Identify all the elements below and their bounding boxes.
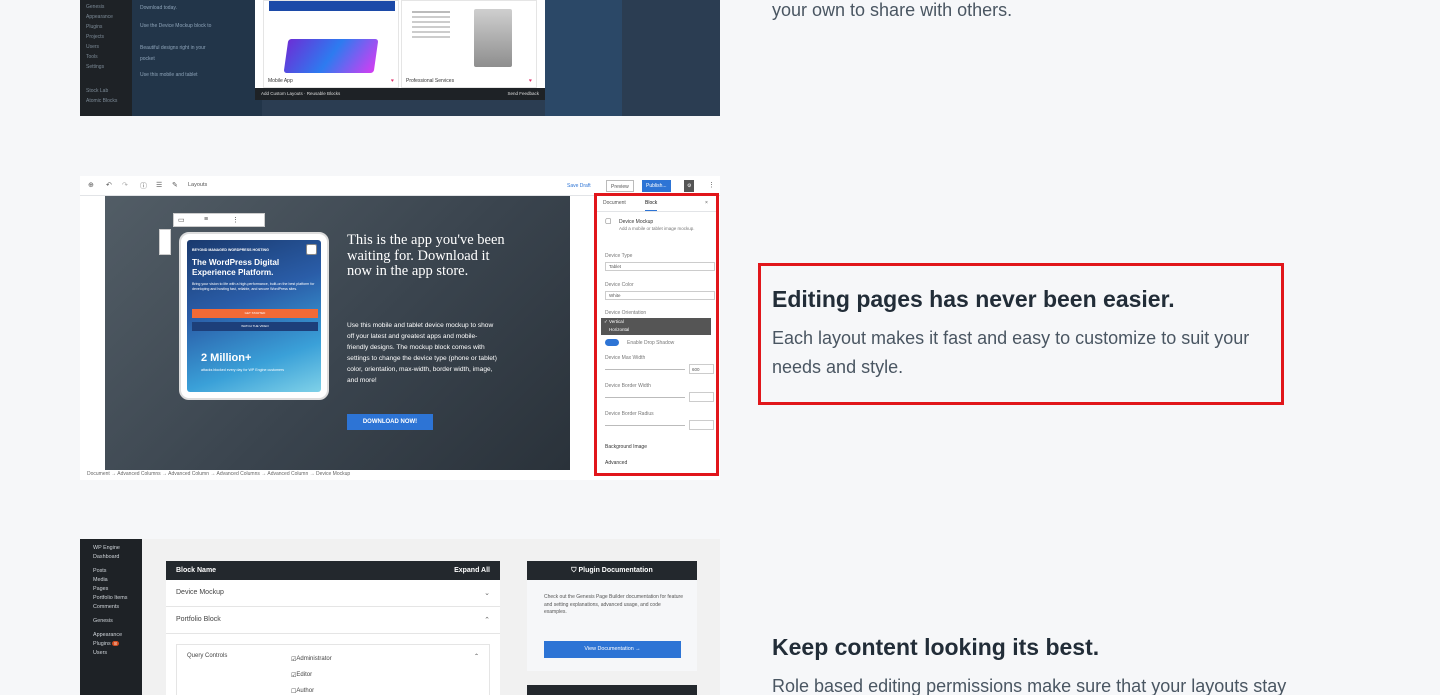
table-row[interactable]: Portfolio Block ⌃ (166, 607, 500, 634)
layout-modal-footer: Add Custom Layouts · Reusable Blocks Sen… (255, 88, 545, 100)
layout-modal: Mobile App ♥ Professional Services ♥ (255, 0, 545, 100)
person-photo (474, 9, 512, 67)
preview-button[interactable]: Preview (606, 180, 634, 192)
highlight-box (594, 193, 719, 476)
heart-icon[interactable]: ♥ (391, 78, 394, 84)
more-menu-icon[interactable]: ⋮ (708, 181, 715, 189)
editing-body: Each layout makes it fast and easy to cu… (772, 328, 1250, 377)
phone-mockup-image (283, 39, 379, 73)
shield-icon: ⛉ (571, 567, 577, 574)
save-draft-button[interactable]: Save Draft (563, 180, 595, 192)
expand-all-button[interactable]: Expand All (454, 567, 490, 574)
query-controls-panel: Query Controls ☑ Administrator ☑ Editor … (176, 644, 490, 695)
chevron-up-icon[interactable]: ⌃ (484, 616, 490, 624)
content-body: Role based editing permissions make sure… (772, 676, 1287, 695)
editor-canvas: ▭ ≡ ⋮ BEYOND MANAGED WORDPRESS HOSTING T… (105, 196, 570, 470)
align-icon[interactable]: ≡ (204, 216, 208, 223)
block-mover[interactable] (159, 229, 171, 255)
plugins-badge: 8 (112, 641, 119, 646)
editor-checkbox[interactable]: ☑ Editor (291, 672, 312, 679)
top-copy-text: your own to share with others. (772, 0, 1013, 20)
pencil-icon[interactable]: ✎ (172, 181, 178, 189)
list-icon[interactable]: ☰ (156, 181, 162, 189)
publish-button[interactable]: Publish... (642, 180, 671, 192)
administrator-checkbox[interactable]: ☑ Administrator (291, 656, 332, 663)
table-row[interactable]: Device Mockup ⌄ (166, 580, 500, 607)
redo-icon[interactable]: ↷ (122, 181, 128, 189)
block-type-icon[interactable]: ▭ (178, 216, 185, 224)
block-breadcrumbs: Document → Advanced Columns → Advanced C… (87, 471, 351, 477)
block-editor-screenshot: ⊕ ↶ ↷ ⓘ ☰ ✎ Layouts Save Draft Preview P… (80, 176, 720, 480)
plugin-documentation-widget: ⛉ Plugin Documentation Check out the Gen… (527, 561, 697, 671)
layouts-button[interactable]: Layouts (188, 182, 207, 188)
app-headline: This is the app you've been waiting for.… (347, 232, 505, 279)
editing-title: Editing pages has never been easier. (772, 286, 1175, 312)
wp-admin-sidebar: WP Engine Dashboard Posts Media Pages Po… (80, 539, 142, 695)
second-widget-header (527, 685, 697, 695)
chevron-up-icon[interactable]: ⌃ (474, 653, 479, 660)
author-checkbox[interactable]: ☐ Author (291, 688, 314, 695)
heart-icon[interactable]: ♥ (529, 78, 532, 84)
tablet-screen: BEYOND MANAGED WORDPRESS HOSTING The Wor… (187, 240, 321, 392)
download-now-button[interactable]: DOWNLOAD NOW! (347, 414, 433, 430)
editor-preview-right (545, 0, 622, 116)
undo-icon[interactable]: ↶ (106, 181, 112, 189)
layout-card-professional-services[interactable]: Professional Services ♥ (401, 0, 537, 88)
settings-gear-icon[interactable]: ⚙ (684, 180, 695, 192)
content-copy: Keep content looking its best. Role base… (772, 632, 1287, 695)
info-icon[interactable]: ⓘ (140, 181, 147, 191)
wp-admin-sidebar: Genesis Appearance Plugins Projects User… (80, 0, 132, 116)
block-toolbar[interactable]: ▭ ≡ ⋮ (173, 213, 265, 227)
app-description: Use this mobile and tablet device mockup… (347, 322, 497, 384)
editing-copy: Editing pages has never been easier. Eac… (772, 284, 1282, 382)
add-block-icon[interactable]: ⊕ (88, 181, 94, 189)
tablet-device-mockup[interactable]: BEYOND MANAGED WORDPRESS HOSTING The Wor… (179, 232, 329, 400)
content-title: Keep content looking its best. (772, 634, 1100, 660)
block-list-table: Block Name Expand All Device Mockup ⌄ Po… (166, 561, 500, 695)
top-copy: your own to share with others. (772, 0, 1282, 25)
block-more-icon[interactable]: ⋮ (232, 216, 239, 224)
editor-preview-dark: Download today. Use the Device Mockup bl… (132, 0, 262, 116)
camera-icon (306, 244, 317, 255)
layout-library-screenshot: Genesis Appearance Plugins Projects User… (80, 0, 720, 116)
block-permissions-screenshot: WP Engine Dashboard Posts Media Pages Po… (80, 539, 720, 695)
view-documentation-button[interactable]: View Documentation → (544, 641, 681, 658)
chevron-down-icon[interactable]: ⌄ (484, 589, 490, 597)
layout-card-mobile-app[interactable]: Mobile App ♥ (263, 0, 399, 88)
